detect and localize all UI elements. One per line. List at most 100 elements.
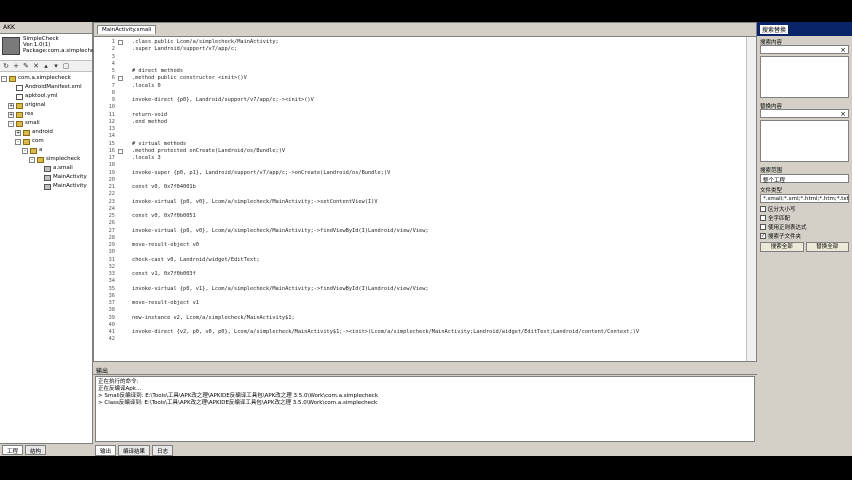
output-title: 输出: [93, 365, 757, 375]
search-option[interactable]: 全字匹配: [757, 213, 852, 222]
replace-text-area[interactable]: [760, 120, 849, 162]
tab-structure[interactable]: 结构: [25, 445, 47, 455]
expand-toggle-icon[interactable]: -: [1, 75, 7, 82]
file-icon: [16, 93, 23, 100]
search-option-label: 全字匹配: [768, 215, 791, 222]
filetype-label: 文件类型: [760, 188, 783, 194]
expand-toggle-icon[interactable]: -: [15, 138, 21, 145]
tree-item[interactable]: + res: [1, 110, 91, 119]
search-panel: 搜索替换 搜索内容 × 替换内容 × 搜索范围 整个工程 文件类型 *.smal…: [757, 22, 852, 456]
expand-toggle-icon[interactable]: -: [8, 120, 14, 127]
tree-item-label: simplecheck: [46, 156, 81, 162]
editor-tabbar: MainActivity.smali: [94, 23, 756, 37]
checkbox-icon[interactable]: [760, 214, 766, 221]
tree-item[interactable]: + android: [1, 128, 91, 137]
tree-item-label: MainActivity: [53, 183, 87, 189]
replace-label: 替换内容: [760, 104, 783, 110]
tree-item[interactable]: -a: [1, 146, 91, 155]
replace-all-button[interactable]: 替换全部: [805, 242, 849, 252]
folder-icon: [23, 138, 30, 145]
project-panel: AKK SimpleCheck Ver:1.0(1) Package:com.a…: [0, 22, 101, 456]
folder-icon: [9, 75, 16, 82]
tab-build-result[interactable]: 编译结果: [118, 445, 151, 456]
expand-toggle-icon[interactable]: +: [8, 111, 14, 118]
search-option[interactable]: 区分大小写: [757, 204, 852, 213]
search-option-label: 区分大小写: [768, 206, 796, 213]
tree-item[interactable]: AndroidManifest.xml: [1, 83, 91, 92]
folder-icon: [37, 156, 44, 163]
checkbox-icon[interactable]: [760, 205, 766, 212]
find-text-area[interactable]: [760, 56, 849, 98]
project-panel-tabs: 工程 结构: [0, 443, 93, 456]
expand-toggle-icon[interactable]: +: [8, 102, 14, 109]
line-number: 42: [108, 336, 115, 343]
filetype-select[interactable]: *.smali;*.xml;*.html;*.htm;*.txt: [760, 194, 849, 203]
checkbox-icon[interactable]: ✓: [760, 232, 766, 239]
search-options: 区分大小写全字匹配使用正则表达式 ✓ 搜索子文件夹: [757, 204, 852, 240]
tab-mainactivity-smali[interactable]: MainActivity.smali: [97, 25, 157, 34]
code-area[interactable]: 1 .class public Lcom/a/simplecheck/MainAc…: [94, 37, 746, 361]
tree-item[interactable]: - smali: [1, 119, 91, 128]
folder-icon: [23, 129, 30, 136]
tree-item-label: android: [32, 129, 53, 135]
new-icon[interactable]: +: [12, 62, 20, 70]
folder-icon: [16, 120, 23, 127]
tab-project[interactable]: 工程: [2, 445, 24, 455]
output-tabs: 输出 编译结果 日志: [95, 443, 174, 456]
edit-icon[interactable]: ✎: [22, 62, 30, 70]
tree-item[interactable]: + original: [1, 101, 91, 110]
scope-select[interactable]: 整个工程: [760, 174, 849, 184]
search-option-label: 使用正则表达式: [768, 224, 807, 231]
output-line: > Smali反编译到: E:\Tools\工具\APK改之理\APKIDE反编…: [98, 393, 379, 399]
expand-toggle-icon[interactable]: +: [15, 129, 21, 136]
code-line: 42: [94, 335, 734, 344]
search-option-label: 搜索子文件夹: [768, 233, 802, 240]
search-option[interactable]: 使用正则表达式: [757, 222, 852, 231]
scope-label: 搜索范围: [760, 168, 783, 174]
tree-item-label: apktool.yml: [25, 93, 58, 99]
app-info: SimpleCheck Ver:1.0(1) Package:com.a.sim…: [0, 34, 101, 60]
tree-item-label: res: [25, 111, 34, 117]
expand-toggle-icon[interactable]: -: [29, 156, 35, 163]
tree-item[interactable]: - com.a.simplecheck: [1, 74, 91, 83]
collapse-icon[interactable]: ▴: [42, 62, 50, 70]
expand-icon[interactable]: ▾: [52, 62, 60, 70]
find-input[interactable]: ×: [760, 45, 849, 54]
tree-item-label: com: [32, 138, 44, 144]
tree-item-label: com.a.simplecheck: [18, 75, 71, 81]
folder-icon[interactable]: ▢: [62, 62, 70, 70]
code-editor: MainActivity.smali 1 .class public Lcom/a…: [93, 22, 757, 362]
checkbox-icon[interactable]: [760, 223, 766, 230]
project-panel-title: AKK: [0, 22, 92, 34]
tab-output[interactable]: 输出: [95, 445, 117, 456]
delete-icon[interactable]: ✕: [32, 62, 40, 70]
folder-icon: [16, 111, 23, 118]
editor-scrollbar[interactable]: [746, 37, 756, 361]
tree-item[interactable]: - simplecheck: [1, 155, 91, 164]
project-tree: - com.a.simplecheck AndroidManifest.xml apk…: [0, 72, 92, 193]
search-all-button[interactable]: 搜索全部: [760, 242, 804, 252]
fold-icon[interactable]: [118, 40, 123, 45]
search-buttons: 搜索全部 替换全部: [757, 240, 852, 254]
tree-item-label: a.smali: [53, 165, 73, 171]
app-icon: [2, 37, 20, 55]
tab-log[interactable]: 日志: [152, 445, 174, 456]
tree-item-label: original: [25, 102, 46, 108]
fold-icon[interactable]: [118, 76, 123, 82]
tree-item[interactable]: - com: [1, 137, 91, 146]
output-line: > Class反编译到: E:\Tools\工具\APK改之理\APKIDE反编…: [98, 400, 378, 406]
output-panel: 输出 正在执行的命令: 正在反编译Apk... > Smali反编译到: E:\To…: [93, 365, 757, 456]
expand-toggle-icon[interactable]: -: [22, 147, 28, 154]
close-icon[interactable]: ×: [840, 46, 846, 54]
search-option[interactable]: ✓ 搜索子文件夹: [757, 231, 852, 240]
refresh-icon[interactable]: ↻: [2, 62, 10, 70]
tree-item[interactable]: MainActivity: [1, 182, 91, 191]
apk-ide-window: AKK SimpleCheck Ver:1.0(1) Package:com.a…: [0, 22, 852, 456]
replace-input[interactable]: ×: [760, 109, 849, 118]
folder-icon: [16, 102, 23, 109]
tree-item[interactable]: a.smali: [1, 164, 91, 173]
tree-item[interactable]: MainActivity: [1, 173, 91, 182]
fold-icon[interactable]: [118, 148, 123, 154]
close-icon[interactable]: ×: [840, 110, 846, 118]
tree-item[interactable]: apktool.yml: [1, 92, 91, 101]
